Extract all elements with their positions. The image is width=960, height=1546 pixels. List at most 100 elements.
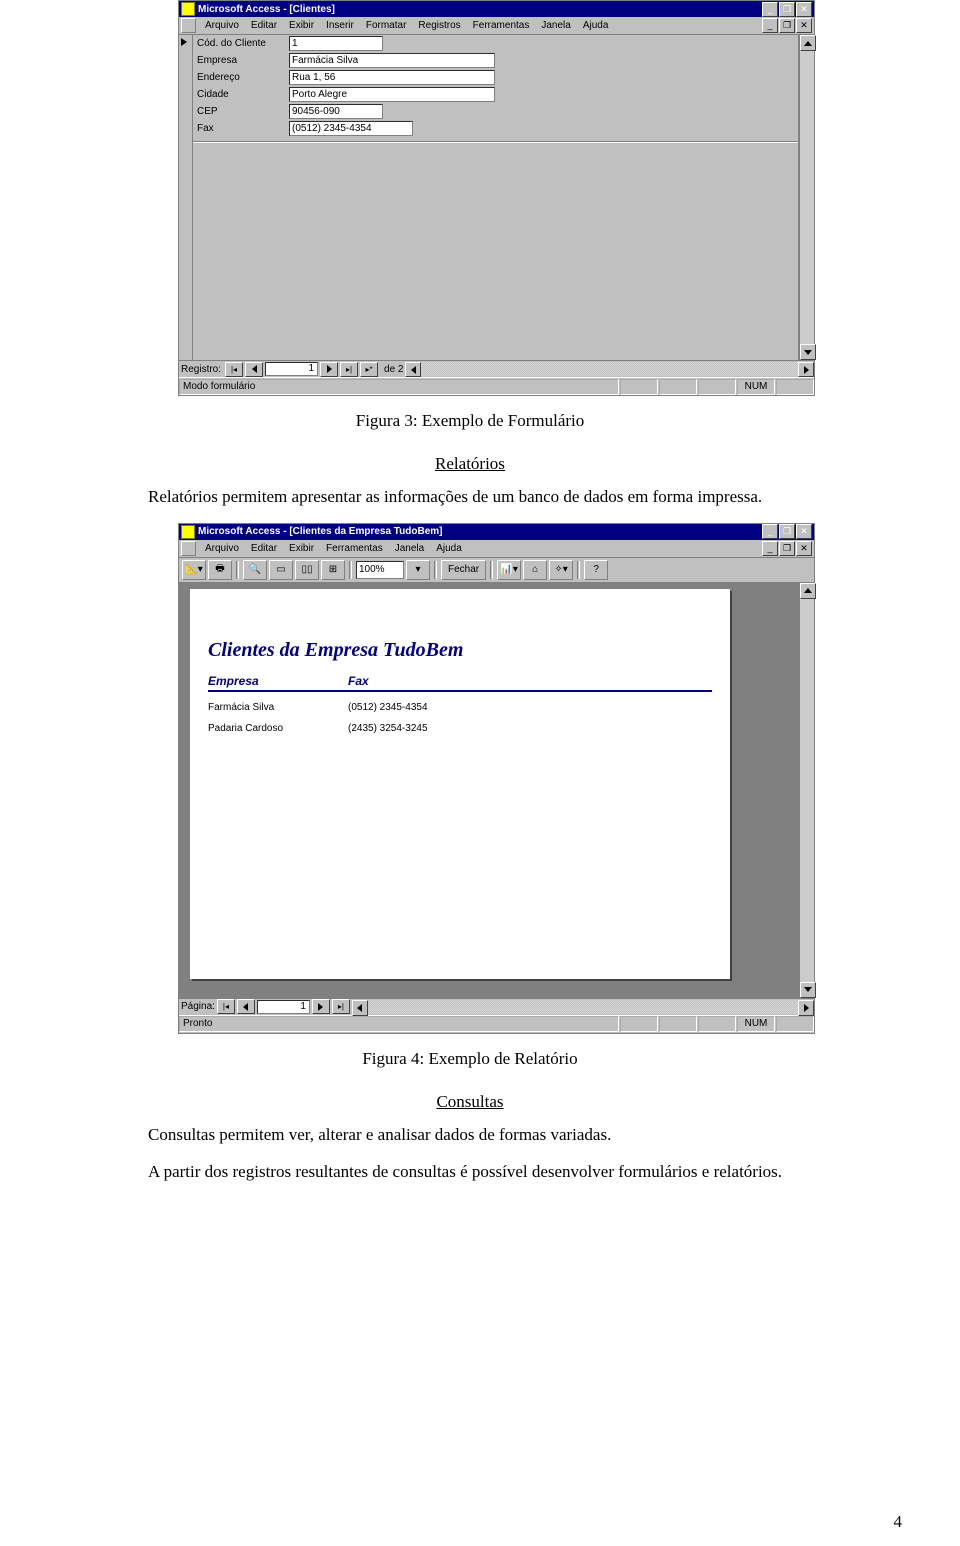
status-bar: Modo formulário NUM <box>179 377 814 395</box>
mdi-close-button[interactable]: ✕ <box>796 18 812 33</box>
mdi-close-button[interactable]: ✕ <box>796 541 812 556</box>
report-preview-area: Clientes da Empresa TudoBem Empresa Fax … <box>179 583 814 998</box>
scroll-down-button[interactable] <box>800 344 816 360</box>
menu-registros[interactable]: Registros <box>412 19 466 32</box>
menu-ferramentas[interactable]: Ferramentas <box>467 19 536 32</box>
zoom-dropdown-button[interactable]: ▾ <box>406 560 430 580</box>
nav-prev-page-button[interactable] <box>237 999 255 1014</box>
menu-formatar[interactable]: Formatar <box>360 19 413 32</box>
new-object-button[interactable]: ✧▾ <box>549 560 573 580</box>
field-endereco[interactable]: Rua 1, 56 <box>289 70 495 85</box>
zoom-magnifier-button[interactable]: 🔍 <box>243 560 267 580</box>
field-cep[interactable]: 90456-090 <box>289 104 383 119</box>
report-page[interactable]: Clientes da Empresa TudoBem Empresa Fax … <box>190 589 730 979</box>
minimize-button[interactable]: _ <box>762 2 778 17</box>
status-cell-2 <box>659 1016 697 1032</box>
page-number-input[interactable]: 1 <box>257 1000 310 1014</box>
figure-3-caption: Figura 3: Exemplo de Formulário <box>100 410 840 433</box>
menu-inserir[interactable]: Inserir <box>320 19 360 32</box>
restore-button[interactable]: ❐ <box>779 524 795 539</box>
nav-prev-button[interactable] <box>245 362 263 377</box>
close-button[interactable]: ✕ <box>796 524 812 539</box>
horizontal-scrollbar[interactable] <box>405 362 814 376</box>
nav-first-page-button[interactable]: |◂ <box>217 999 235 1014</box>
restore-button[interactable]: ❐ <box>779 2 795 17</box>
print-preview-toolbar: 📐▾ 🖶 🔍 ▭ ▯▯ ⊞ 100% ▾ Fechar 📊▾ ⌂ ✧▾ ? <box>179 558 814 583</box>
page-number: 4 <box>894 1512 903 1532</box>
form-body: Cód. do Cliente 1 Empresa Farmácia Silva… <box>193 35 799 360</box>
scroll-h-track[interactable] <box>368 1000 798 1014</box>
nav-last-button[interactable]: ▸| <box>340 362 358 377</box>
report-row: Padaria Cardoso (2435) 3254-3245 <box>208 723 712 734</box>
field-fax[interactable]: (0512) 2345-4354 <box>289 121 413 136</box>
scroll-up-button[interactable] <box>800 35 816 51</box>
field-cidade[interactable]: Porto Alegre <box>289 87 495 102</box>
scroll-track[interactable] <box>800 599 814 982</box>
mdi-restore-button[interactable]: ❐ <box>779 18 795 33</box>
scroll-right-button[interactable] <box>798 1000 814 1016</box>
menu-janela[interactable]: Janela <box>535 19 576 32</box>
menu-arquivo[interactable]: Arquivo <box>199 19 245 32</box>
horizontal-scrollbar[interactable] <box>352 1000 814 1014</box>
mdi-system-icon[interactable] <box>181 18 196 33</box>
scroll-h-track[interactable] <box>421 362 798 376</box>
scroll-left-button[interactable] <box>352 1000 368 1016</box>
window-title: Microsoft Access - [Clientes] <box>198 4 762 15</box>
status-cell-2 <box>659 379 697 395</box>
access-key-icon <box>181 2 195 16</box>
menu-ajuda[interactable]: Ajuda <box>430 542 468 555</box>
zoom-combo[interactable]: 100% <box>356 561 404 579</box>
report-cell-empresa: Farmácia Silva <box>208 702 348 713</box>
record-number-input[interactable]: 1 <box>265 362 318 376</box>
nav-next-page-button[interactable] <box>312 999 330 1014</box>
current-record-marker-icon <box>181 38 187 46</box>
menu-editar[interactable]: Editar <box>245 542 283 555</box>
vertical-scrollbar[interactable] <box>799 583 814 998</box>
menu-ajuda[interactable]: Ajuda <box>577 19 615 32</box>
menu-exibir[interactable]: Exibir <box>283 19 320 32</box>
form-section-divider <box>193 141 798 143</box>
help-button[interactable]: ? <box>584 560 608 580</box>
scroll-left-button[interactable] <box>405 362 421 377</box>
status-cell-1 <box>620 1016 658 1032</box>
field-empresa[interactable]: Farmácia Silva <box>289 53 495 68</box>
page-label: Página: <box>181 1001 215 1012</box>
mdi-minimize-button[interactable]: _ <box>762 18 778 33</box>
label-fax: Fax <box>193 123 289 134</box>
menu-ferramentas[interactable]: Ferramentas <box>320 542 389 555</box>
menu-exibir[interactable]: Exibir <box>283 542 320 555</box>
menu-janela[interactable]: Janela <box>389 542 430 555</box>
menu-arquivo[interactable]: Arquivo <box>199 542 245 555</box>
nav-new-button[interactable]: ▸* <box>360 362 378 377</box>
nav-next-button[interactable] <box>320 362 338 377</box>
menubar: Arquivo Editar Exibir Ferramentas Janela… <box>179 540 814 558</box>
two-pages-button[interactable]: ▯▯ <box>295 560 319 580</box>
print-button[interactable]: 🖶 <box>208 560 232 580</box>
one-page-button[interactable]: ▭ <box>269 560 293 580</box>
office-links-button[interactable]: 📊▾ <box>497 560 521 580</box>
db-window-button[interactable]: ⌂ <box>523 560 547 580</box>
minimize-button[interactable]: _ <box>762 524 778 539</box>
scroll-up-button[interactable] <box>800 583 816 599</box>
scroll-right-button[interactable] <box>798 362 814 377</box>
record-label: Registro: <box>181 364 221 375</box>
status-num: NUM <box>737 1016 775 1032</box>
report-row: Farmácia Silva (0512) 2345-4354 <box>208 702 712 713</box>
field-cod-cliente[interactable]: 1 <box>289 36 383 51</box>
scroll-down-button[interactable] <box>800 982 816 998</box>
close-button[interactable]: ✕ <box>796 2 812 17</box>
label-cidade: Cidade <box>193 89 289 100</box>
record-selector[interactable] <box>179 35 193 360</box>
mdi-restore-button[interactable]: ❐ <box>779 541 795 556</box>
scroll-track[interactable] <box>800 51 814 344</box>
vertical-scrollbar[interactable] <box>799 35 814 360</box>
nav-last-page-button[interactable]: ▸| <box>332 999 350 1014</box>
multi-pages-button[interactable]: ⊞ <box>321 560 345 580</box>
view-button[interactable]: 📐▾ <box>182 560 206 580</box>
mdi-minimize-button[interactable]: _ <box>762 541 778 556</box>
window-title: Microsoft Access - [Clientes da Empresa … <box>198 526 762 537</box>
menu-editar[interactable]: Editar <box>245 19 283 32</box>
mdi-system-icon[interactable] <box>181 541 196 556</box>
close-preview-button[interactable]: Fechar <box>441 560 486 580</box>
nav-first-button[interactable]: |◂ <box>225 362 243 377</box>
